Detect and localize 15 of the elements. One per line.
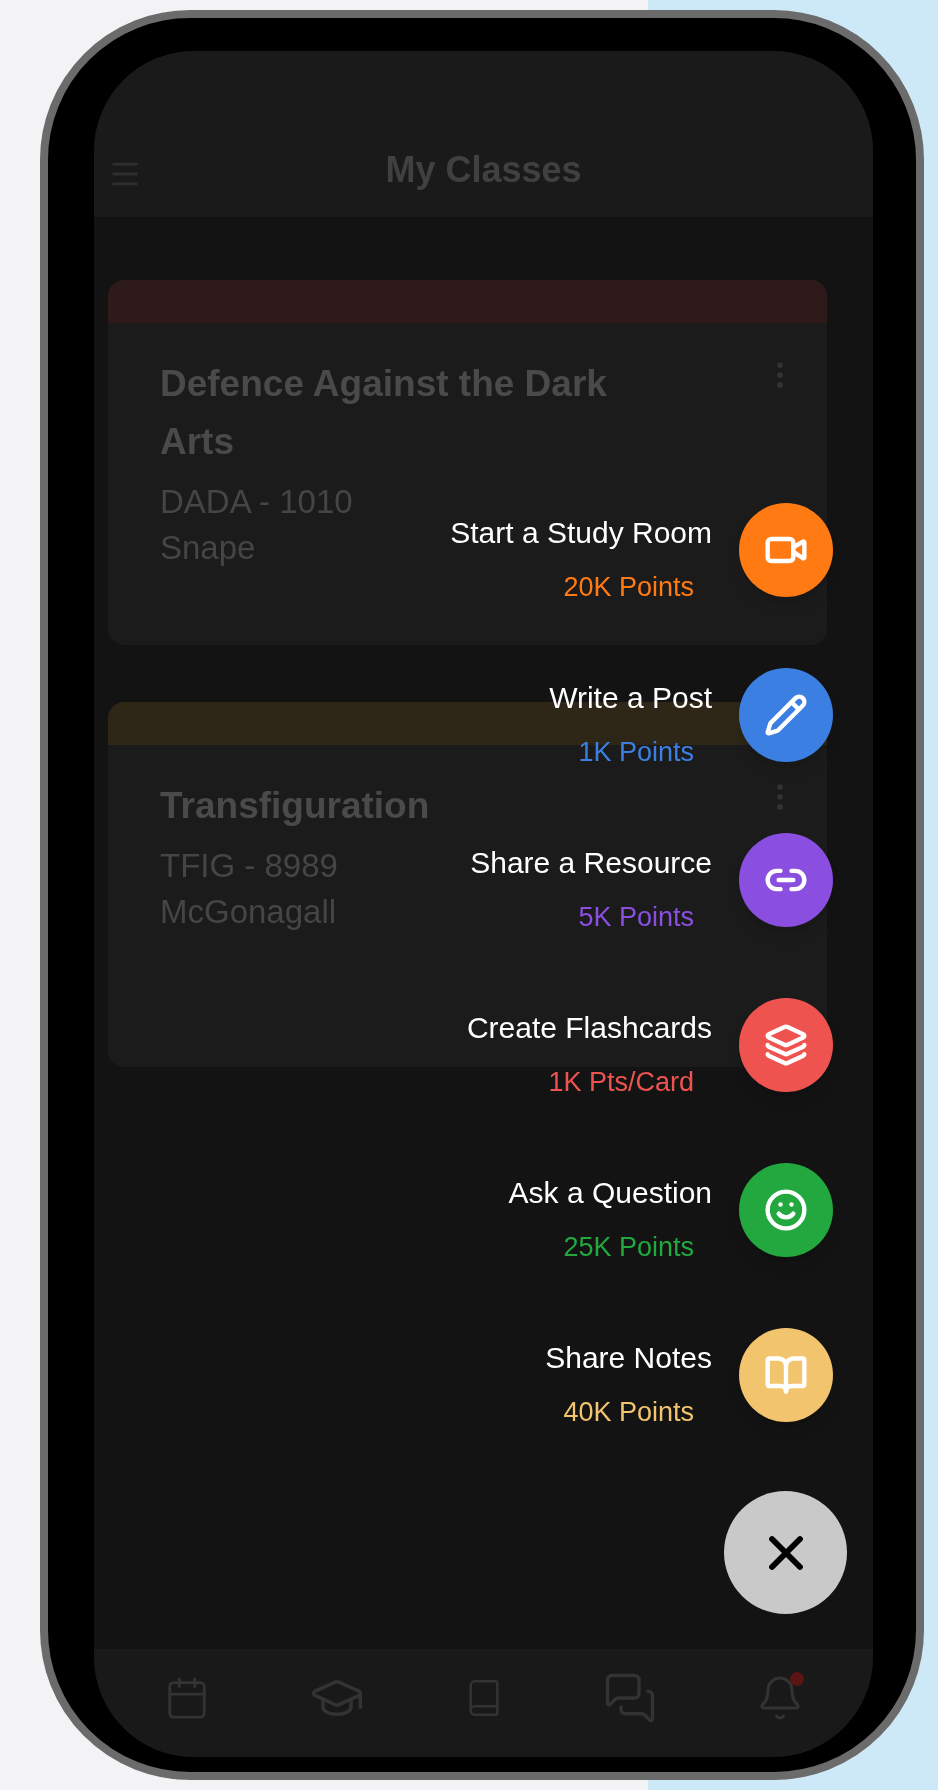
action-points: 25K Points <box>563 1231 694 1264</box>
action-points: 1K Pts/Card <box>548 1066 694 1099</box>
pencil-icon <box>764 693 808 737</box>
notebook-icon <box>764 1353 808 1397</box>
action-label[interactable]: Ask a Question <box>508 1173 712 1213</box>
action-points: 1K Points <box>578 736 694 769</box>
action-label[interactable]: Share Notes <box>545 1338 712 1378</box>
action-points: 40K Points <box>563 1396 694 1429</box>
action-label[interactable]: Share a Resource <box>470 843 712 883</box>
action-label[interactable]: Create Flashcards <box>466 1008 712 1048</box>
smiley-icon <box>764 1188 808 1232</box>
action-points: 20K Points <box>563 571 694 604</box>
action-label[interactable]: Start a Study Room <box>450 513 712 553</box>
flashcards-icon <box>764 1023 808 1067</box>
action-points: 5K Points <box>578 901 694 934</box>
